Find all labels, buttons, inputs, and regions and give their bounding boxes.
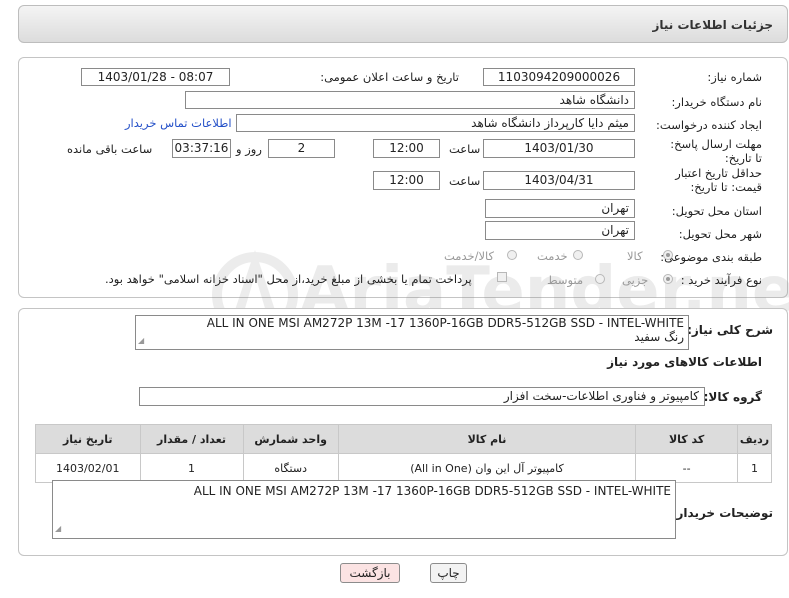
col-unit: واحد شمارش: [242, 424, 339, 454]
days-label: روز و: [236, 142, 262, 156]
purchase-radio-medium[interactable]: [595, 274, 605, 284]
payment-note: پرداخت تمام یا بخشی از مبلغ خرید،از محل …: [105, 272, 472, 286]
price-validity-label: حداقل تاریخ اعتبار قیمت: تا تاریخ:: [675, 166, 762, 194]
cell-code: --: [635, 453, 739, 483]
category-service-label: خدمت: [537, 249, 568, 263]
cell-row: 1: [737, 453, 772, 483]
print-button[interactable]: چاپ: [430, 563, 467, 583]
buyer-notes-text: ALL IN ONE MSI AM272P 13M -17 1360P-16GB…: [193, 484, 671, 498]
col-code: کد کالا: [635, 424, 739, 454]
goods-table-header: ردیف کد کالا نام کالا واحد شمارش تعداد /…: [35, 424, 772, 454]
remaining-label: ساعت باقی مانده: [67, 142, 153, 156]
announce-label: تاریخ و ساعت اعلان عمومی:: [320, 70, 459, 84]
back-button[interactable]: بازگشت: [340, 563, 400, 583]
category-label: طبقه بندی موضوعی:: [660, 250, 762, 264]
city-field: تهران: [485, 221, 635, 240]
category-radio-goods[interactable]: [663, 250, 673, 260]
col-quantity: تعداد / مقدار: [139, 424, 244, 454]
purchase-radio-minor[interactable]: [663, 274, 673, 284]
purchase-medium-label: متوسط: [547, 273, 584, 287]
page-header: جزئیات اطلاعات نیاز: [18, 5, 788, 43]
contact-info-link[interactable]: اطلاعات تماس خریدار: [125, 116, 232, 130]
category-goods-label: کالا: [627, 249, 643, 263]
col-name: نام کالا: [337, 424, 637, 454]
resize-handle-icon[interactable]: ◢: [55, 521, 61, 537]
category-radio-service[interactable]: [573, 250, 583, 260]
category-radio-goods-service[interactable]: [507, 250, 517, 260]
buyer-notes-label: توضیحات خریدار:: [671, 506, 773, 520]
need-number-field: 1103094209000026: [483, 68, 635, 86]
price-time-field: 12:00: [373, 171, 440, 190]
purchase-type-label: نوع فرآیند خرید :: [680, 273, 762, 287]
reply-deadline-label: مهلت ارسال پاسخ: تا تاریخ:: [670, 137, 762, 165]
goods-group-field: کامپیوتر و فناوری اطلاعات-سخت افزار: [139, 387, 705, 406]
page-title: جزئیات اطلاعات نیاز: [652, 18, 773, 32]
cell-date: 1403/02/01: [35, 453, 141, 483]
city-label: شهر محل تحویل:: [678, 227, 762, 241]
reply-time-field: 12:00: [373, 139, 440, 158]
creator-label: ایجاد کننده درخواست:: [656, 118, 762, 132]
reply-date-field: 1403/01/30: [483, 139, 635, 158]
price-date-field: 1403/04/31: [483, 171, 635, 190]
creator-field: میثم دایا کارپرداز دانشگاه شاهد: [236, 114, 635, 132]
announce-field: 1403/01/28 - 08:07: [81, 68, 230, 86]
province-label: استان محل تحویل:: [671, 204, 762, 218]
purchase-minor-label: جزیی: [622, 273, 649, 287]
cell-quantity: 1: [139, 453, 244, 483]
goods-table: ردیف کد کالا نام کالا واحد شمارش تعداد /…: [35, 424, 772, 483]
summary-line-1: ALL IN ONE MSI AM272P 13M -17 1360P-16GB…: [206, 316, 684, 330]
need-number-label: شماره نیاز:: [707, 70, 762, 84]
cell-unit: دستگاه: [242, 453, 339, 483]
summary-textarea[interactable]: ALL IN ONE MSI AM272P 13M -17 1360P-16GB…: [135, 315, 689, 350]
col-row: ردیف: [737, 424, 772, 454]
cell-name: کامپیوتر آل این وان (All in One): [337, 453, 637, 483]
table-row: 1 -- کامپیوتر آل این وان (All in One) دس…: [35, 453, 772, 483]
province-field: تهران: [485, 199, 635, 218]
summary-label: شرح کلی نیاز:: [687, 323, 773, 337]
price-time-label: ساعت: [449, 174, 481, 188]
category-goods-service-label: کالا/خدمت: [444, 249, 495, 263]
reply-time-label: ساعت: [449, 142, 481, 156]
resize-handle-icon[interactable]: ◢: [138, 334, 144, 348]
buyer-notes-textarea[interactable]: ALL IN ONE MSI AM272P 13M -17 1360P-16GB…: [52, 480, 676, 539]
goods-group-label: گروه کالا:: [703, 390, 762, 404]
col-date: تاریخ نیاز: [35, 424, 141, 454]
buyer-org-label: نام دستگاه خریدار:: [671, 95, 762, 109]
days-field: 2: [268, 139, 335, 158]
treasury-checkbox[interactable]: [497, 272, 507, 282]
buyer-org-field: دانشگاه شاهد: [185, 91, 635, 109]
summary-line-2: رنگ سفید: [634, 330, 684, 344]
remaining-time-field: 03:37:16: [172, 139, 231, 158]
goods-info-title: اطلاعات کالاهای مورد نیاز: [607, 355, 762, 369]
